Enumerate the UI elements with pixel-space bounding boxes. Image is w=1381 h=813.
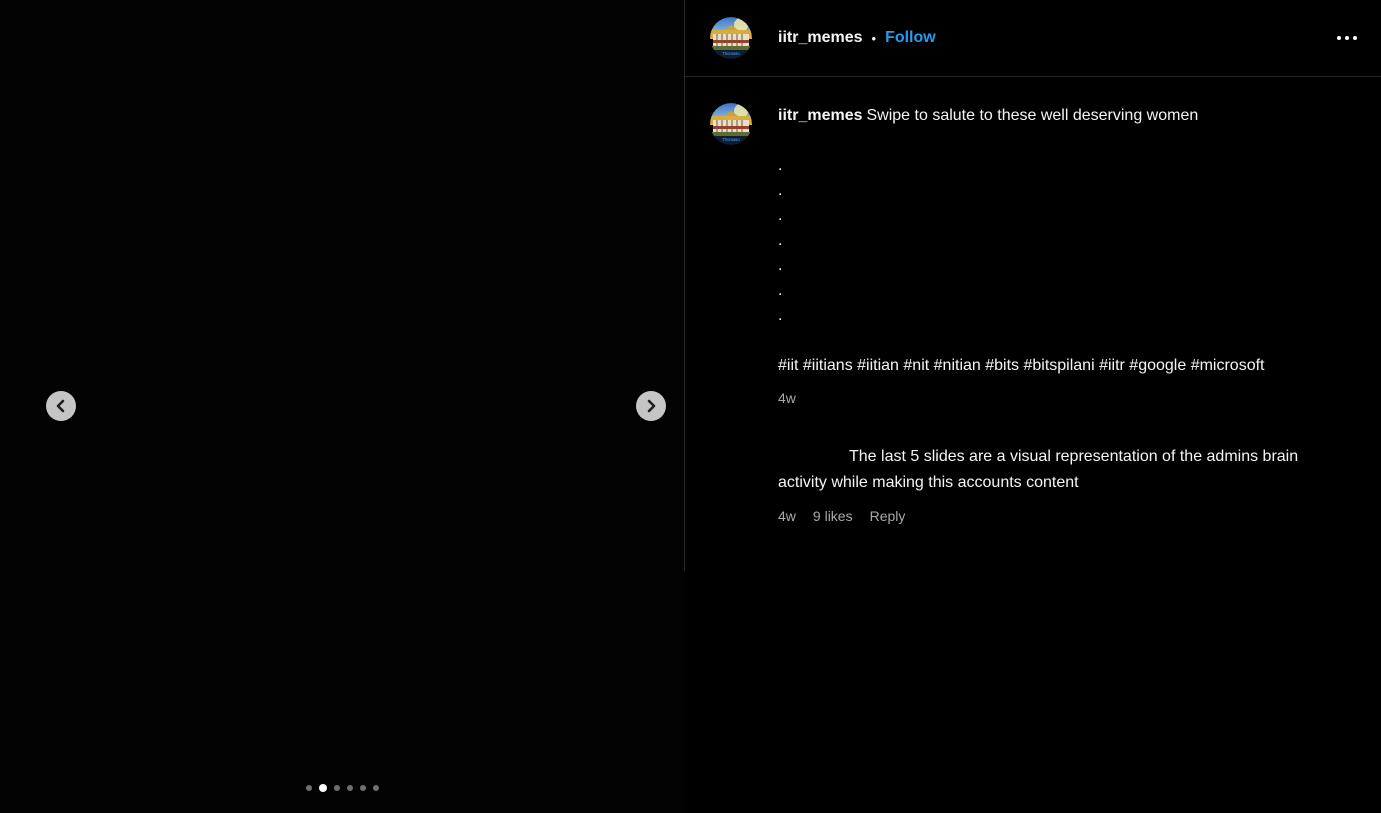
caption-username-link[interactable]: iitr_memes — [778, 107, 863, 124]
comment-meta-row: 4w 9 likes Reply — [778, 508, 1356, 524]
avatar[interactable]: Thomaso — [710, 103, 752, 145]
follow-button[interactable]: Follow — [885, 29, 936, 47]
comments-scroll-area: Thomaso iitr_memesSwipe to salute to the… — [685, 77, 1381, 524]
svg-text:Thomaso: Thomaso — [722, 51, 740, 56]
caption-dot-lines: . . . . . . . — [778, 153, 1323, 328]
carousel-dot[interactable] — [347, 785, 353, 791]
chevron-right-icon — [644, 399, 658, 413]
caption-row: Thomaso iitr_memesSwipe to salute to the… — [710, 103, 1356, 406]
carousel-prev-button[interactable] — [46, 391, 76, 421]
username-link[interactable]: iitr_memes — [778, 29, 863, 47]
ellipsis-dot — [1353, 36, 1357, 40]
ellipsis-dot — [1337, 36, 1341, 40]
post-modal: Thomaso iitr_memes • Follow — [0, 0, 1381, 813]
post-details-panel: Thomaso iitr_memes • Follow — [685, 0, 1381, 813]
carousel-media — [0, 0, 684, 813]
caption-timestamp: 4w — [778, 390, 1323, 406]
post-header: Thomaso iitr_memes • Follow — [685, 0, 1381, 77]
carousel-dot[interactable] — [306, 785, 312, 791]
carousel-dot-active[interactable] — [319, 784, 327, 792]
caption-hashtags[interactable]: #iit #iitians #iitian #nit #nitian #bits… — [778, 353, 1323, 378]
carousel-dot[interactable] — [334, 785, 340, 791]
comment-reply-button[interactable]: Reply — [870, 508, 906, 524]
carousel-dot[interactable] — [360, 785, 366, 791]
svg-text:Thomaso: Thomaso — [722, 137, 740, 142]
caption-text-column: iitr_memesSwipe to salute to these well … — [778, 103, 1323, 406]
caption-line: iitr_memesSwipe to salute to these well … — [778, 103, 1323, 128]
header-user-row: iitr_memes • Follow — [778, 29, 936, 47]
comment-likes-count[interactable]: 9 likes — [813, 508, 853, 524]
more-options-button[interactable] — [1333, 28, 1361, 48]
carousel-dot[interactable] — [373, 785, 379, 791]
comment-text: The last 5 slides are a visual represent… — [778, 444, 1323, 496]
comment-timestamp: 4w — [778, 508, 796, 524]
avatar[interactable]: Thomaso — [710, 17, 752, 59]
ellipsis-dot — [1345, 36, 1349, 40]
carousel-dots — [0, 784, 684, 792]
chevron-left-icon — [54, 399, 68, 413]
dot-separator: • — [872, 31, 877, 46]
comment: The last 5 slides are a visual represent… — [710, 444, 1356, 524]
carousel-next-button[interactable] — [636, 391, 666, 421]
caption-text: Swipe to salute to these well deserving … — [867, 107, 1199, 124]
